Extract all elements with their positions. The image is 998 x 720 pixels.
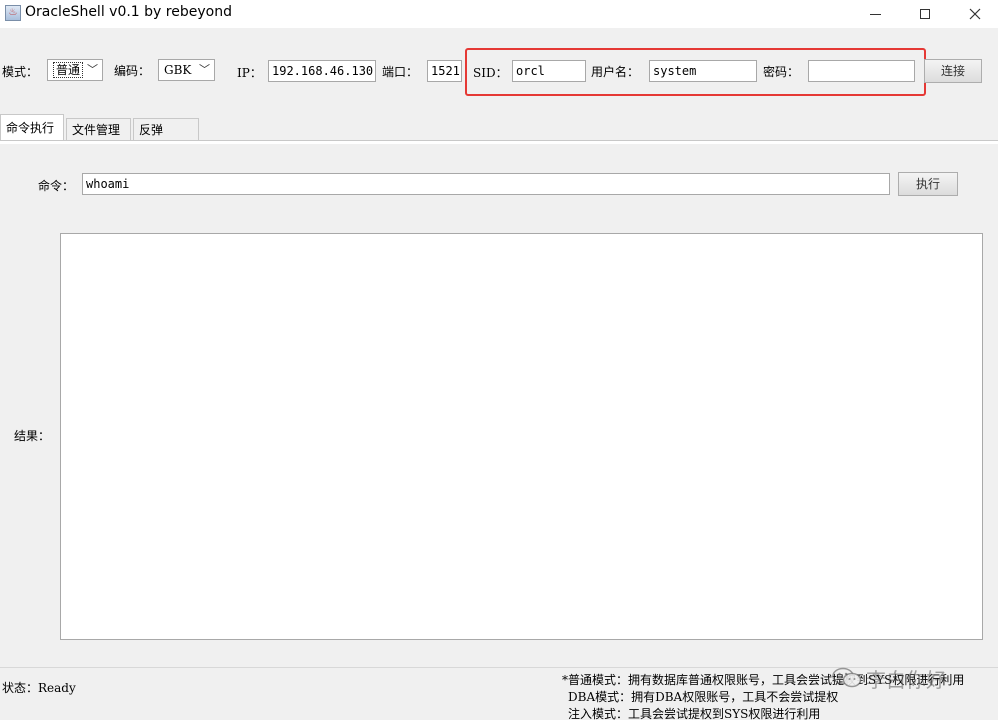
close-button[interactable] (952, 0, 998, 28)
oracleshell-window: ♨ OracleShell v0.1 by rebeyond 模式： 普通 ﹀ … (0, 0, 998, 720)
java-app-icon: ♨ (5, 5, 21, 21)
mode-selected-value: 普通 (53, 62, 84, 78)
password-input[interactable] (808, 60, 915, 82)
sid-label: SID： (473, 66, 508, 80)
chevron-down-icon: ﹀ (87, 63, 98, 76)
watermark: 李白你好 (832, 663, 946, 693)
mode-label: 模式： (2, 65, 39, 79)
window-title: OracleShell v0.1 by rebeyond (25, 4, 232, 20)
tab-command-exec[interactable]: 命令执行 (0, 114, 64, 141)
username-label: 用户名： (591, 65, 640, 79)
maximize-icon (920, 9, 930, 19)
ip-input[interactable]: 192.168.46.130 (268, 60, 376, 82)
result-label: 结果： (14, 429, 51, 443)
password-label: 密码： (763, 65, 800, 79)
minimize-button[interactable] (852, 0, 898, 28)
command-panel: 命令： whoami 执行 结果： (0, 141, 998, 667)
encoding-select[interactable]: GBK ﹀ (158, 59, 215, 81)
status-text: 状态：Ready (2, 681, 76, 695)
mode-note-dba: DBA模式：拥有DBA权限账号，工具不会尝试提权 (568, 690, 839, 704)
encoding-selected-value: GBK (164, 63, 192, 77)
result-output[interactable] (60, 233, 983, 640)
minimize-icon (869, 13, 881, 15)
encoding-label: 编码： (114, 64, 151, 78)
port-label: 端口： (382, 65, 419, 79)
maximize-button[interactable] (902, 0, 948, 28)
chevron-down-icon: ﹀ (199, 63, 210, 76)
watermark-text: 李白你好 (866, 667, 946, 692)
mode-select[interactable]: 普通 ﹀ (47, 59, 103, 81)
command-label: 命令： (38, 179, 75, 193)
ip-label: IP： (237, 66, 262, 80)
close-icon (969, 8, 981, 20)
connection-toolbar: 模式： 普通 ﹀ 编码： GBK ﹀ IP： 192.168.46.130 端口… (0, 28, 998, 100)
port-input[interactable]: 1521 (427, 60, 462, 82)
title-bar[interactable]: ♨ OracleShell v0.1 by rebeyond (0, 0, 998, 28)
wechat-icon (832, 667, 862, 688)
username-input[interactable]: system (649, 60, 757, 82)
tab-reverse-shell[interactable]: 反弹Shell (133, 118, 199, 159)
command-input[interactable]: whoami (82, 173, 890, 195)
tab-bar: 命令执行 文件管理 反弹Shell (0, 114, 998, 159)
tab-file-manager[interactable]: 文件管理 (66, 118, 131, 140)
connect-button[interactable]: 连接 (924, 59, 982, 83)
mode-note-injection: 注入模式：工具会尝试提权到SYS权限进行利用 (568, 707, 821, 720)
sid-input[interactable]: orcl (512, 60, 586, 82)
execute-button[interactable]: 执行 (898, 172, 958, 196)
